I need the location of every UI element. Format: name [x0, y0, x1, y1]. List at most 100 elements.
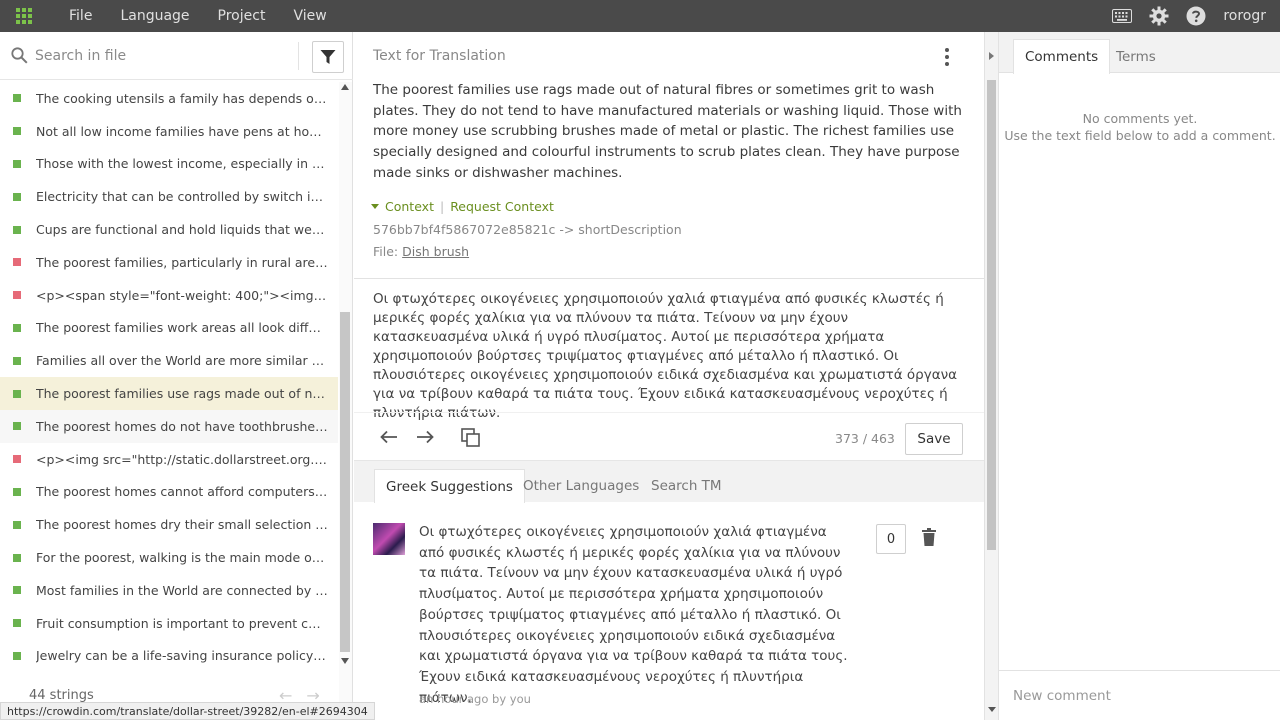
comments-tabs: Comments Terms [999, 32, 1280, 74]
tab-greek-suggestions[interactable]: Greek Suggestions [374, 469, 525, 503]
strings-panel: The cooking utensils a family has depend… [0, 32, 353, 720]
trash-icon[interactable] [922, 528, 936, 546]
list-item[interactable]: The poorest families, particularly in ru… [0, 246, 338, 279]
status-dot [13, 192, 21, 201]
list-item[interactable]: Fruit consumption is important to preven… [0, 607, 338, 640]
top-right-controls: rorogr [1112, 0, 1266, 32]
list-item[interactable]: The poorest homes cannot afford computer… [0, 476, 338, 509]
collapse-right-panel-icon[interactable] [989, 52, 994, 60]
list-item-text: The poorest homes dry their small select… [36, 517, 328, 533]
status-dot [13, 389, 21, 398]
list-item-text: Not all low income families have pens at… [36, 123, 328, 139]
status-dot [13, 487, 21, 496]
list-item-text: For the poorest, walking is the main mod… [36, 550, 328, 566]
divider [354, 278, 984, 279]
list-item-text: <p><img src="http://static.dollarstreet.… [36, 451, 328, 467]
list-item[interactable]: The poorest families work areas all look… [0, 312, 338, 345]
status-dot [13, 127, 21, 136]
status-dot [13, 356, 21, 365]
list-item-text: Cups are functional and hold liquids tha… [36, 222, 328, 238]
next-string-button[interactable] [415, 427, 435, 447]
list-item[interactable]: For the poorest, walking is the main mod… [0, 541, 338, 574]
scroll-up-arrow-icon[interactable] [341, 84, 349, 90]
string-key: 576bb7bf4f5867072e85821c -> shortDescrip… [373, 222, 682, 237]
list-item-selected[interactable]: The poorest families use rags made out o… [0, 377, 338, 410]
editor-scrollbar[interactable] [984, 32, 998, 720]
list-item[interactable]: Most families in the World are connected… [0, 574, 338, 607]
editor-panel: Text for Translation The poorest familie… [354, 32, 984, 720]
arrow-left-icon [380, 430, 397, 444]
request-context-link[interactable]: Request Context [450, 199, 554, 214]
copy-icon [460, 427, 480, 447]
apps-grid-icon[interactable] [0, 0, 48, 32]
scroll-thumb[interactable] [340, 312, 350, 652]
list-item[interactable]: <p><span style="font-weight: 400;"><img … [0, 279, 338, 312]
filter-icon [320, 50, 336, 64]
list-item-text: Fruit consumption is important to preven… [36, 615, 328, 631]
menu-file[interactable]: File [69, 8, 92, 24]
filter-button[interactable] [312, 41, 344, 73]
avatar [373, 523, 405, 555]
tab-comments[interactable]: Comments [1013, 39, 1111, 74]
comments-panel: Comments Terms No comments yet. Use the … [998, 32, 1280, 720]
status-dot [13, 553, 21, 562]
list-item[interactable]: Jewelry can be a life-saving insurance p… [0, 640, 338, 673]
strings-count: 44 strings [29, 688, 94, 703]
list-item-text: Most families in the World are connected… [36, 582, 328, 598]
list-item[interactable]: Cups are functional and hold liquids tha… [0, 213, 338, 246]
list-item-text: The poorest families work areas all look… [36, 320, 328, 336]
status-dot [13, 619, 21, 628]
tab-terms[interactable]: Terms [1105, 39, 1167, 74]
separator: | [439, 199, 445, 214]
strings-list: The cooking utensils a family has depend… [0, 82, 338, 692]
context-toggle[interactable]: Context [385, 199, 434, 214]
list-scrollbar[interactable] [339, 82, 352, 702]
menu-view[interactable]: View [293, 8, 326, 24]
list-item[interactable]: The cooking utensils a family has depend… [0, 82, 338, 115]
list-item-text: Those with the lowest income, especially… [36, 156, 328, 172]
list-item[interactable]: The poorest homes dry their small select… [0, 508, 338, 541]
previous-string-button[interactable] [379, 427, 399, 447]
caret-down-icon[interactable] [371, 204, 379, 209]
empty-line-2: Use the text field below to add a commen… [1004, 128, 1276, 143]
new-comment-input[interactable] [1013, 685, 1263, 707]
empty-comments-message: No comments yet. Use the text field belo… [999, 110, 1280, 144]
list-item[interactable]: The poorest homes do not have toothbrush… [0, 409, 338, 443]
scroll-down-arrow-icon[interactable] [988, 707, 996, 712]
copy-source-button[interactable] [460, 427, 480, 447]
status-dot [13, 323, 21, 332]
arrow-right-icon [417, 430, 434, 444]
menu-project[interactable]: Project [218, 8, 266, 24]
user-name[interactable]: rorogr [1223, 8, 1266, 24]
search-input[interactable] [35, 44, 290, 68]
list-item[interactable]: Not all low income families have pens at… [0, 115, 338, 148]
translation-textarea[interactable]: Οι φτωχότερες οικογένειες χρησιμοποιούν … [373, 290, 963, 423]
keyboard-icon[interactable] [1112, 9, 1133, 23]
vote-count-button[interactable]: 0 [876, 524, 906, 554]
status-dot [13, 159, 21, 168]
list-item[interactable]: <p><img src="http://static.dollarstreet.… [0, 443, 338, 476]
save-button[interactable]: Save [905, 423, 963, 455]
gear-icon[interactable] [1149, 6, 1169, 26]
list-item[interactable]: Families all over the World are more sim… [0, 344, 338, 377]
list-item-text: <p><span style="font-weight: 400;"><img … [36, 287, 328, 303]
suggestion-text[interactable]: Οι φτωχότερες οικογένειες χρησιμοποιούν … [419, 522, 854, 708]
list-item[interactable]: Those with the lowest income, especially… [0, 148, 338, 181]
scroll-thumb[interactable] [987, 80, 996, 550]
scroll-down-arrow-icon[interactable] [341, 658, 349, 664]
list-item[interactable]: Electricity that can be controlled by sw… [0, 180, 338, 213]
file-link[interactable]: Dish brush [402, 244, 469, 259]
list-item-text: Electricity that can be controlled by sw… [36, 189, 328, 205]
search-icon [11, 47, 28, 64]
tab-search-tm[interactable]: Search TM [640, 469, 733, 503]
list-item-text: The poorest homes cannot afford computer… [36, 484, 328, 500]
source-text: The poorest families use rags made out o… [373, 82, 962, 181]
more-options-icon[interactable] [942, 48, 952, 66]
status-dot [13, 651, 21, 660]
character-counter: 373 / 463 [835, 431, 895, 446]
list-item-text: Families all over the World are more sim… [36, 353, 328, 369]
help-icon[interactable] [1186, 6, 1206, 26]
tab-other-languages[interactable]: Other Languages [512, 469, 650, 503]
menu-language[interactable]: Language [120, 8, 189, 24]
list-item-text: The cooking utensils a family has depend… [36, 90, 328, 106]
